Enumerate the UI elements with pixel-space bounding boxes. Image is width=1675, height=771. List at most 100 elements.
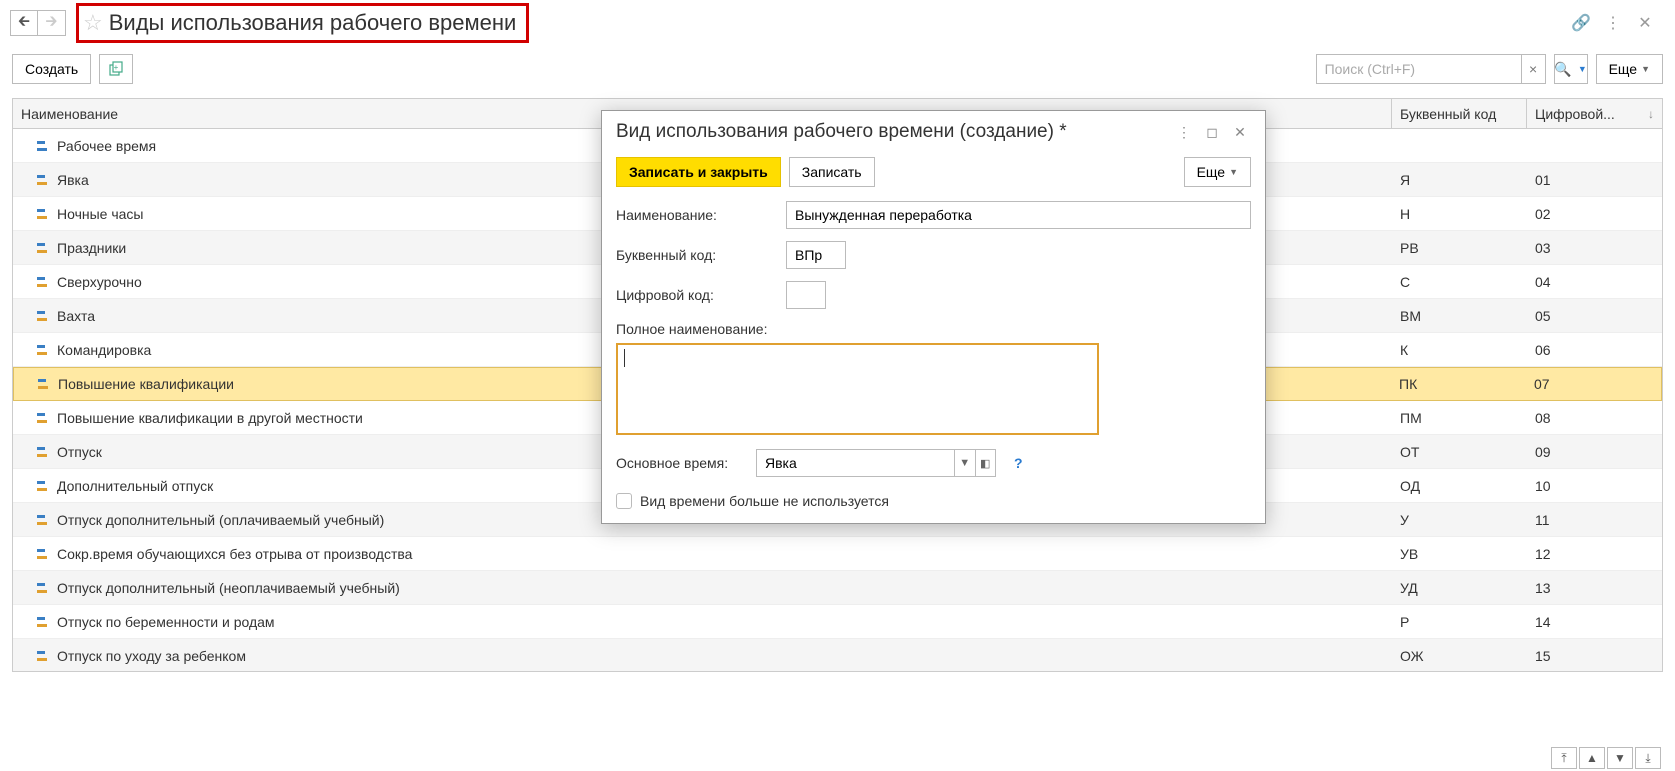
label-name: Наименование: xyxy=(616,207,776,223)
select-open-button[interactable]: ◧ xyxy=(975,450,996,476)
label-num-code: Цифровой код: xyxy=(616,287,776,303)
cell-letter-code: ОЖ xyxy=(1392,639,1527,671)
close-icon[interactable]: ✕ xyxy=(1635,13,1655,33)
text-cursor xyxy=(624,349,625,367)
column-letter-code[interactable]: Буквенный код xyxy=(1392,99,1527,128)
cell-num-code: 02 xyxy=(1527,197,1662,230)
scroll-top-button[interactable]: ⤒ xyxy=(1551,747,1577,769)
dialog-close-icon[interactable]: ✕ xyxy=(1229,121,1251,143)
input-letter-code[interactable] xyxy=(786,241,846,269)
cell-num-code: 13 xyxy=(1527,571,1662,604)
search-input[interactable] xyxy=(1317,55,1521,83)
field-fullname-row: Полное наименование: xyxy=(616,321,1251,337)
select-dropdown-button[interactable]: ▼ xyxy=(954,450,975,476)
cell-name: Отпуск по уходу за ребенком xyxy=(13,639,1392,671)
toolbar: Создать + × 🔍 ▼ Еще ▼ xyxy=(0,46,1675,98)
table-row[interactable]: Отпуск по уходу за ребенкомОЖ15 xyxy=(13,639,1662,671)
cell-name-text: Повышение квалификации xyxy=(58,376,234,392)
back-button[interactable]: 🡰 xyxy=(10,10,38,36)
cell-letter-code: ОТ xyxy=(1392,435,1527,468)
cell-num-code: 14 xyxy=(1527,605,1662,638)
create-button[interactable]: Создать xyxy=(12,54,91,84)
cell-letter-code: УД xyxy=(1392,571,1527,604)
cell-name: Отпуск дополнительный (неоплачиваемый уч… xyxy=(13,571,1392,604)
field-num-code-row: Цифровой код: xyxy=(616,281,1251,309)
select-base-time-input[interactable] xyxy=(757,450,954,476)
cell-name-text: Рабочее время xyxy=(57,138,156,154)
forward-button[interactable]: 🡲 xyxy=(38,10,66,36)
row-icon xyxy=(37,209,51,219)
dialog-toolbar: Записать и закрыть Записать Еще ▼ xyxy=(602,151,1265,199)
link-icon[interactable]: 🔗 xyxy=(1571,13,1591,33)
cell-name-text: Праздники xyxy=(57,240,126,256)
textarea-full-name[interactable] xyxy=(616,343,1099,435)
cell-name-text: Ночные часы xyxy=(57,206,144,222)
dialog-header: Вид использования рабочего времени (созд… xyxy=(602,111,1265,151)
row-icon xyxy=(37,345,51,355)
more-button[interactable]: Еще ▼ xyxy=(1596,54,1663,84)
scroll-controls: ⤒ ▲ ▼ ⤓ xyxy=(1551,747,1661,769)
scroll-up-button[interactable]: ▲ xyxy=(1579,747,1605,769)
cell-letter-code: УВ xyxy=(1392,537,1527,570)
cell-name-text: Отпуск по беременности и родам xyxy=(57,614,275,630)
cell-name-text: Отпуск дополнительный (оплачиваемый учеб… xyxy=(57,512,384,528)
table-row[interactable]: Отпуск по беременности и родамР14 xyxy=(13,605,1662,639)
row-icon xyxy=(37,617,51,627)
cell-num-code: 01 xyxy=(1527,163,1662,196)
cell-num-code: 11 xyxy=(1527,503,1662,536)
input-name[interactable] xyxy=(786,201,1251,229)
row-icon xyxy=(37,515,51,525)
dialog-more-button[interactable]: Еще ▼ xyxy=(1184,157,1251,187)
table-row[interactable]: Отпуск дополнительный (неоплачиваемый уч… xyxy=(13,571,1662,605)
row-icon xyxy=(37,141,51,151)
label-letter-code: Буквенный код: xyxy=(616,247,776,263)
help-icon[interactable]: ? xyxy=(1014,455,1023,471)
row-icon xyxy=(38,379,52,389)
cell-letter-code xyxy=(1392,129,1527,162)
cell-num-code: 07 xyxy=(1526,368,1661,400)
copy-button[interactable]: + xyxy=(99,54,133,84)
cell-name-text: Вахта xyxy=(57,308,95,324)
cell-num-code xyxy=(1527,129,1662,162)
cell-letter-code: С xyxy=(1392,265,1527,298)
cell-name-text: Сокр.время обучающихся без отрыва от про… xyxy=(57,546,412,562)
cell-num-code: 10 xyxy=(1527,469,1662,502)
cell-name-text: Отпуск по уходу за ребенком xyxy=(57,648,246,664)
dialog-maximize-icon[interactable]: ◻ xyxy=(1201,121,1223,143)
cell-letter-code: У xyxy=(1392,503,1527,536)
row-icon xyxy=(37,277,51,287)
kebab-icon[interactable]: ⋮ xyxy=(1603,13,1623,33)
dialog-kebab-icon[interactable]: ⋮ xyxy=(1173,121,1195,143)
search-button[interactable]: 🔍 ▼ xyxy=(1554,54,1588,84)
chevron-down-icon: ▼ xyxy=(1578,64,1587,74)
row-icon xyxy=(37,175,51,185)
cell-num-code: 06 xyxy=(1527,333,1662,366)
cell-name-text: Командировка xyxy=(57,342,151,358)
cell-num-code: 09 xyxy=(1527,435,1662,468)
cell-name-text: Сверхурочно xyxy=(57,274,142,290)
search-clear-button[interactable]: × xyxy=(1521,55,1545,83)
nav-group: 🡰 🡲 xyxy=(10,10,66,36)
chevron-down-icon: ▼ xyxy=(1641,64,1650,74)
field-name-row: Наименование: xyxy=(616,201,1251,229)
cell-letter-code: Я xyxy=(1392,163,1527,196)
scroll-bottom-button[interactable]: ⤓ xyxy=(1635,747,1661,769)
save-close-button[interactable]: Записать и закрыть xyxy=(616,157,781,187)
label-not-used: Вид времени больше не используется xyxy=(640,493,889,509)
favorite-star-icon[interactable]: ☆ xyxy=(83,10,103,36)
cell-num-code: 08 xyxy=(1527,401,1662,434)
page-title: Виды использования рабочего времени xyxy=(109,10,517,36)
cell-letter-code: ВМ xyxy=(1392,299,1527,332)
table-row[interactable]: Сокр.время обучающихся без отрыва от про… xyxy=(13,537,1662,571)
field-letter-code-row: Буквенный код: xyxy=(616,241,1251,269)
cell-letter-code: ПМ xyxy=(1392,401,1527,434)
input-num-code[interactable] xyxy=(786,281,826,309)
fullname-textarea-wrap xyxy=(616,343,1251,435)
scroll-down-button[interactable]: ▼ xyxy=(1607,747,1633,769)
copy-icon: + xyxy=(108,61,124,77)
column-num-code[interactable]: Цифровой... xyxy=(1527,99,1662,128)
save-button[interactable]: Записать xyxy=(789,157,875,187)
header-bar: 🡰 🡲 ☆ Виды использования рабочего времен… xyxy=(0,0,1675,46)
checkbox-not-used[interactable] xyxy=(616,493,632,509)
dialog-title: Вид использования рабочего времени (созд… xyxy=(616,121,1167,143)
